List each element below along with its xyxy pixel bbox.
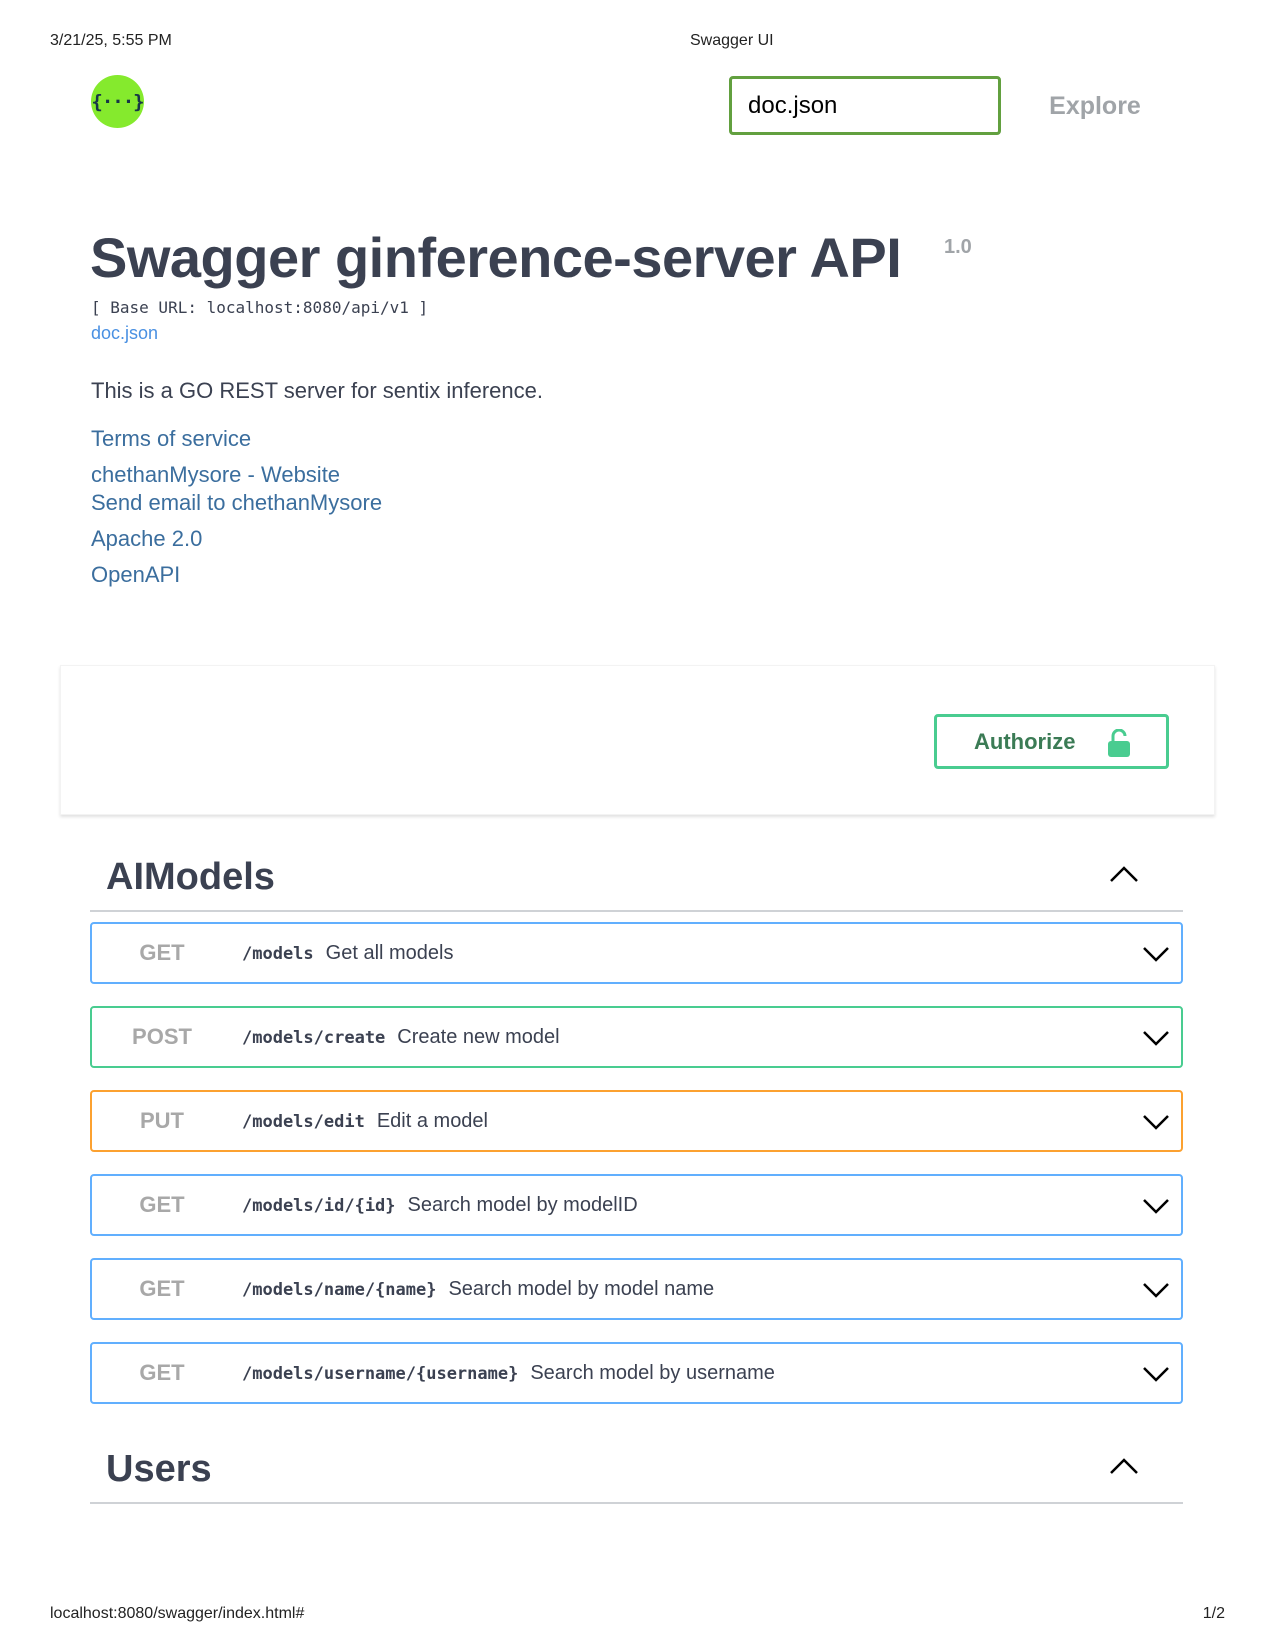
opblock-get-models[interactable]: GET /models Get all models (90, 922, 1183, 984)
method-badge: GET (139, 940, 185, 965)
print-footer: localhost:8080/swagger/index.html# 1/2 (50, 1605, 1225, 1625)
chevron-down-icon[interactable] (1142, 1281, 1170, 1299)
terms-of-service-link[interactable]: Terms of service (91, 426, 251, 452)
chevron-up-icon[interactable] (1109, 1456, 1139, 1476)
chevron-down-icon[interactable] (1142, 945, 1170, 963)
chevron-up-icon[interactable] (1109, 864, 1139, 884)
chevron-down-icon[interactable] (1142, 1113, 1170, 1131)
openapi-link[interactable]: OpenAPI (91, 562, 180, 588)
version-badge: 1.0 (944, 236, 972, 258)
opblock-put-models-edit[interactable]: PUT /models/edit Edit a model (90, 1090, 1183, 1152)
authorize-button[interactable]: Authorize (934, 714, 1169, 769)
operation-path: /models Get all models (242, 942, 454, 964)
spec-url-input[interactable] (729, 76, 1001, 135)
method-badge: GET (139, 1192, 185, 1217)
authorize-label: Authorize (974, 728, 1076, 754)
print-date: 3/21/25, 5:55 PM (50, 32, 172, 49)
contact-email-link[interactable]: Send email to chethanMysore (91, 490, 382, 516)
method-badge: PUT (140, 1108, 184, 1133)
chevron-down-icon[interactable] (1142, 1029, 1170, 1047)
api-title: Swagger ginference-server API (90, 226, 902, 289)
print-header: 3/21/25, 5:55 PM Swagger UI (50, 32, 1225, 52)
operation-summary: Create new model (397, 1026, 560, 1048)
method-badge: GET (139, 1360, 185, 1385)
print-page-number: 1/2 (1202, 1605, 1225, 1622)
lock-open-icon (1108, 729, 1130, 757)
tag-header-aimodels[interactable]: AIModels (90, 840, 1183, 912)
operation-path: /models/edit Edit a model (242, 1110, 488, 1132)
operation-summary: Search model by modelID (407, 1194, 638, 1216)
opblock-get-models-username[interactable]: GET /models/username/{username} Search mo… (90, 1342, 1183, 1404)
operation-path: /models/create Create new model (242, 1026, 560, 1048)
operation-summary: Search model by username (530, 1362, 775, 1384)
api-description: This is a GO REST server for sentix infe… (91, 378, 543, 403)
operation-summary: Edit a model (376, 1110, 488, 1132)
opblock-get-models-name[interactable]: GET /models/name/{name} Search model by m… (90, 1258, 1183, 1320)
print-url: localhost:8080/swagger/index.html# (50, 1605, 305, 1622)
operation-summary: Get all models (325, 942, 454, 964)
opblock-post-models-create[interactable]: POST /models/create Create new model (90, 1006, 1183, 1068)
tag-name: Users (106, 1448, 212, 1490)
operation-path: /models/username/{username} Search model … (242, 1362, 775, 1384)
tag-header-users[interactable]: Users (90, 1432, 1183, 1504)
opblock-get-models-id[interactable]: GET /models/id/{id} Search model by model… (90, 1174, 1183, 1236)
operation-summary: Search model by model name (448, 1278, 715, 1300)
operation-path: /models/name/{name} Search model by model… (242, 1278, 715, 1300)
tag-name: AIModels (106, 856, 275, 898)
chevron-down-icon[interactable] (1142, 1365, 1170, 1383)
license-link[interactable]: Apache 2.0 (91, 526, 202, 552)
chevron-down-icon[interactable] (1142, 1197, 1170, 1215)
base-url: [ Base URL: localhost:8080/api/v1 ] (91, 298, 429, 317)
method-badge: GET (139, 1276, 185, 1301)
spec-link[interactable]: doc.json (91, 323, 158, 344)
operation-path: /models/id/{id} Search model by modelID (242, 1194, 638, 1216)
print-page-title: Swagger UI (690, 32, 774, 49)
method-badge: POST (132, 1024, 192, 1049)
contact-website-link[interactable]: chethanMysore - Website (91, 462, 340, 488)
swagger-logo-icon[interactable]: {···} (91, 75, 145, 128)
explore-button[interactable]: Explore (1030, 84, 1160, 128)
